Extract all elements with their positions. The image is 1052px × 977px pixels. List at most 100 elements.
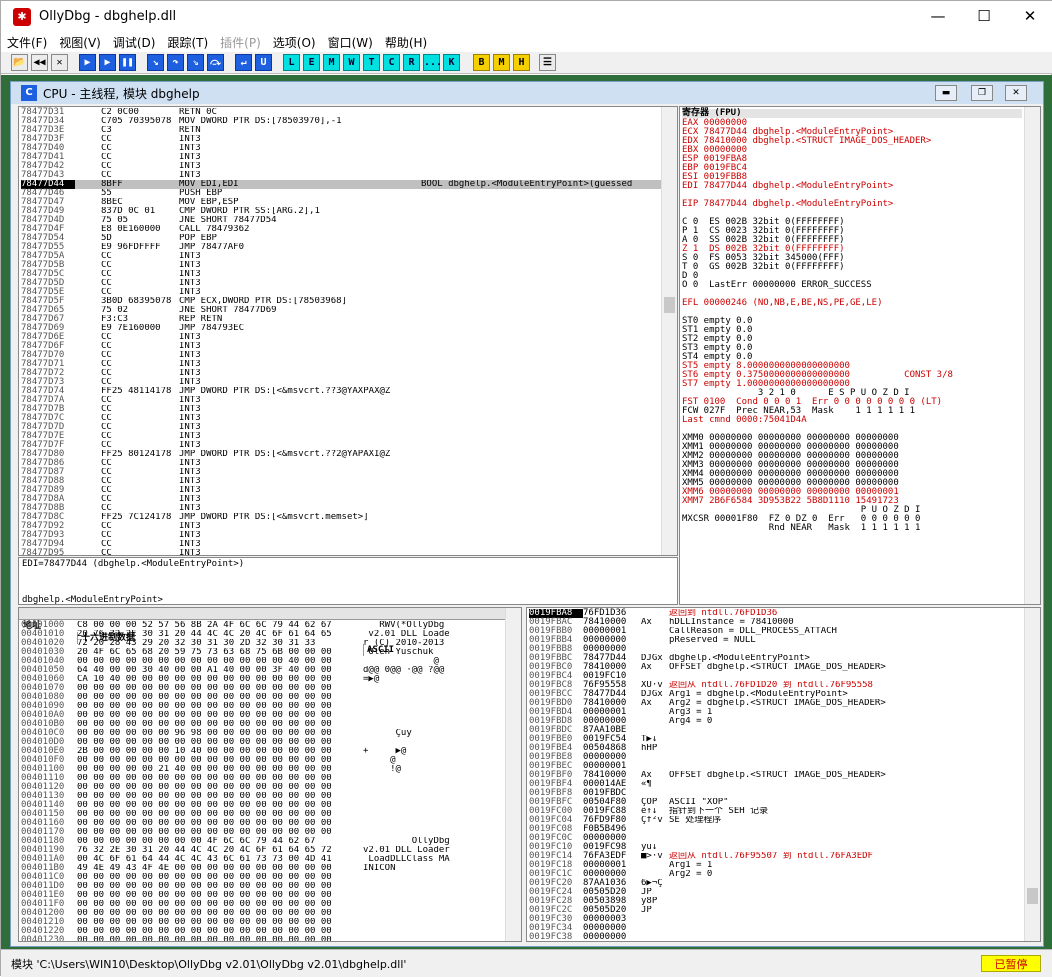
disasm-row[interactable]: 78477D6F CC INT3 [21,342,661,351]
register-line[interactable]: Rnd NEAR Mask 1 1 1 1 1 1 [682,524,1022,533]
disasm-row[interactable]: 78477D87 CC INT3 [21,468,661,477]
disasm-row[interactable]: 78477D8A CC INT3 [21,495,661,504]
dump-row[interactable]: 004011E0 00 00 00 00 00 00 00 00 00 00 00… [21,891,505,900]
dump-row[interactable]: 00401160 00 00 00 00 00 00 00 00 00 00 00… [21,819,505,828]
disasm-row[interactable]: 78477D8C FF25 7C124178 JMP DWORD PTR DS:[<… [21,513,661,522]
toolbar-window-button[interactable]: M [323,54,340,71]
disasm-row[interactable]: 78477D7F CC INT3 [21,441,661,450]
open-icon[interactable]: 📂 [11,54,28,71]
registers-pane[interactable]: 寄存器 (FPU) EAX 00000000 ECX 78477D44 dbghe… [679,106,1041,605]
toolbar-window-button[interactable]: H [513,54,530,71]
dump-row[interactable]: 00401000 C8 00 00 00 52 57 56 8B 2A 4F 6C… [21,621,505,630]
register-line[interactable]: O 0 LastErr 00000000 ERROR_SUCCESS [682,281,1022,290]
dump-row[interactable]: 00401050 64 40 00 00 30 40 00 00 A1 40 00… [21,666,505,675]
close-file-icon[interactable]: ✕ [51,54,68,71]
register-line[interactable]: EFL 00000246 (NO,NB,E,BE,NS,PE,GE,LE) [682,299,1022,308]
disasm-row[interactable]: 78477D47 8BEC MOV EBP,ESP [21,198,661,207]
dump-row[interactable]: 00401020 72 20 28 43 29 20 32 30 31 30 2D… [21,639,505,648]
register-line[interactable]: EDI 78477D44 dbghelp.<ModuleEntryPoint> [682,182,1022,191]
disasm-row[interactable]: 78477D92 CC INT3 [21,522,661,531]
toolbar-window-button[interactable]: E [303,54,320,71]
toolbar-window-button[interactable]: C [383,54,400,71]
disasm-row[interactable]: 78477D95 CC INT3 [21,549,661,556]
disasm-row[interactable]: 78477D4F E8 0E160000 CALL 78479362 [21,225,661,234]
register-line[interactable]: T 0 GS 002B 32bit 0(FFFFFFFF) [682,263,1022,272]
run-icon[interactable]: ▶ [79,54,96,71]
disasm-row[interactable]: 78477D44 8BFF MOV EDI,EDI BOOL dbghelp.<Mod… [21,180,661,189]
dump-row[interactable]: 00401150 00 00 00 00 00 00 00 00 00 00 00… [21,810,505,819]
dump-row[interactable]: 00401070 00 00 00 00 00 00 00 00 00 00 00… [21,684,505,693]
disasm-row[interactable]: 78477D42 CC INT3 [21,162,661,171]
disasm-row[interactable]: 78477D7E CC INT3 [21,432,661,441]
run-thread-icon[interactable]: ▶ [99,54,116,71]
disasm-row[interactable]: 78477D49 837D 0C 01 CMP DWORD PTR SS:[ARG.… [21,207,661,216]
trace-over-icon[interactable]: ⤼ [207,54,224,71]
dump-row[interactable]: 004010F0 00 00 00 00 00 00 00 00 00 00 00… [21,756,505,765]
disasm-row[interactable]: 78477D3F CC INT3 [21,135,661,144]
disasm-row[interactable]: 78477D72 CC INT3 [21,369,661,378]
disasm-row[interactable]: 78477D67 F3:C3 REP RETN [21,315,661,324]
disassembly-scrollbar[interactable] [661,107,677,555]
dump-row[interactable]: 00401230 00 00 00 00 00 00 00 00 00 00 00… [21,936,505,942]
disasm-row[interactable]: 78477D5F 3B0D 68395078 CMP ECX,DWORD PTR D… [21,297,661,306]
dump-row[interactable]: 00401130 00 00 00 00 00 00 00 00 00 00 00… [21,792,505,801]
close-button[interactable]: ✕ [1007,1,1052,32]
stack-pane[interactable]: 0019FBA8 76FD1D36 返回到 ntdll.76FD1D36 0019FB… [526,607,1041,942]
disasm-row[interactable]: 78477D7C CC INT3 [21,414,661,423]
stack-scrollbar[interactable] [1024,608,1040,941]
toolbar-window-button[interactable]: L [283,54,300,71]
disasm-row[interactable]: 78477D88 CC INT3 [21,477,661,486]
dump-row[interactable]: 004010B0 00 00 00 00 00 00 00 00 00 00 00… [21,720,505,729]
disasm-row[interactable]: 78477D5E CC INT3 [21,288,661,297]
cpu-close-button[interactable]: ✕ [1005,85,1027,101]
menu-item[interactable]: 调试(D) [107,34,162,51]
disasm-row[interactable]: 78477D5A CC INT3 [21,252,661,261]
disasm-row[interactable]: 78477D40 CC INT3 [21,144,661,153]
disasm-row[interactable]: 78477D31 C2 0C00 RETN 0C [21,108,661,117]
menu-item[interactable]: 文件(F) [1,34,53,51]
disasm-row[interactable]: 78477D7B CC INT3 [21,405,661,414]
dump-row[interactable]: 00401210 00 00 00 00 00 00 00 00 00 00 00… [21,918,505,927]
dump-row[interactable]: 004011B0 49 4E 49 43 4F 4E 00 00 00 00 00… [21,864,505,873]
disasm-row[interactable]: 78477D5C CC INT3 [21,270,661,279]
dump-row[interactable]: 00401180 00 00 00 00 00 00 00 00 4F 6C 6C… [21,837,505,846]
toolbar-window-button[interactable]: T [363,54,380,71]
execute-till-user-icon[interactable]: U [255,54,272,71]
cpu-minimize-button[interactable]: ▬ [935,85,957,101]
disasm-row[interactable]: 78477D55 E9 96FDFFFF JMP 78477AF0 [21,243,661,252]
disassembly-pane[interactable]: 78477D31 C2 0C00 RETN 0C 78477D34 C705 70395… [18,106,678,556]
disasm-row[interactable]: 78477D46 55 PUSH EBP [21,189,661,198]
dump-row[interactable]: 00401090 00 00 00 00 00 00 00 00 00 00 00… [21,702,505,711]
disasm-row[interactable]: 78477D74 FF25 48114178 JMP DWORD PTR DS:[<… [21,387,661,396]
disasm-row[interactable]: 78477D43 CC INT3 [21,171,661,180]
disasm-row[interactable]: 78477D6E CC INT3 [21,333,661,342]
step-into-icon[interactable]: ↘ [147,54,164,71]
dump-row[interactable]: 004010D0 00 00 00 00 00 00 00 00 00 00 00… [21,738,505,747]
dump-row[interactable]: 00401110 00 00 00 00 00 00 00 00 00 00 00… [21,774,505,783]
toolbar-window-button[interactable]: ... [423,54,442,71]
disasm-row[interactable]: 78477D65 75 02 JNE SHORT 78477D69 [21,306,661,315]
menu-item[interactable]: 选项(O) [267,34,322,51]
disasm-row[interactable]: 78477D70 CC INT3 [21,351,661,360]
dump-row[interactable]: 004010E0 2B 00 00 00 00 00 10 40 00 00 00… [21,747,505,756]
memory-dump-pane[interactable]: 地址 十六进制数据 ASCII 00401000 C8 00 00 00 52 5… [18,607,522,942]
dump-row[interactable]: 00401200 00 00 00 00 00 00 00 00 00 00 00… [21,909,505,918]
dump-row[interactable]: 004010A0 00 00 00 00 00 00 00 00 00 00 00… [21,711,505,720]
disasm-row[interactable]: 78477D54 5D POP EBP [21,234,661,243]
dump-row[interactable]: 00401170 00 00 00 00 00 00 00 00 00 00 00… [21,828,505,837]
maximize-button[interactable]: ☐ [961,1,1007,32]
disasm-row[interactable]: 78477D7A CC INT3 [21,396,661,405]
pause-icon[interactable]: ❚❚ [119,54,136,71]
disasm-row[interactable]: 78477D3E C3 RETN [21,126,661,135]
list-icon[interactable]: ☰ [539,54,556,71]
menu-item[interactable]: 跟踪(T) [161,34,214,51]
dump-row[interactable]: 00401030 20 4F 6C 65 68 20 59 75 73 63 68… [21,648,505,657]
disasm-row[interactable]: 78477D71 CC INT3 [21,360,661,369]
step-over-icon[interactable]: ↷ [167,54,184,71]
disasm-row[interactable]: 78477D7D CC INT3 [21,423,661,432]
toolbar-window-button[interactable]: M [493,54,510,71]
dump-row[interactable]: 004010C0 00 00 00 00 00 00 96 98 00 00 00… [21,729,505,738]
dump-row[interactable]: 004011C0 00 00 00 00 00 00 00 00 00 00 00… [21,873,505,882]
dump-row[interactable]: 00401100 00 00 00 00 00 21 40 00 00 00 00… [21,765,505,774]
disasm-row[interactable]: 78477D94 CC INT3 [21,540,661,549]
